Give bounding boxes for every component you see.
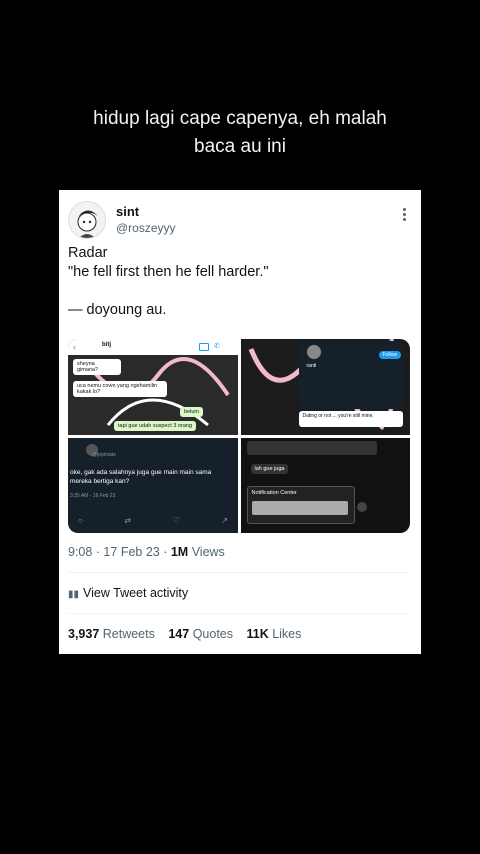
notification-title: Notification Center bbox=[251, 489, 297, 496]
retweets-label: Retweets bbox=[99, 627, 155, 641]
notification-center: Notification Center bbox=[246, 485, 355, 524]
likes-count: 11K bbox=[246, 627, 269, 641]
retweet-icon: ⇄ bbox=[124, 516, 132, 525]
tweet-handle: @jeprivate bbox=[92, 451, 116, 458]
quotes-label: Quotes bbox=[189, 627, 233, 641]
notification-top bbox=[246, 440, 377, 455]
chat-bubble: lah gue juga bbox=[250, 463, 289, 474]
phone-icon: ✆ bbox=[214, 343, 220, 350]
share-icon: ↗ bbox=[221, 516, 228, 525]
notification-item bbox=[251, 500, 348, 515]
tweet-text: Radar "he fell first then he fell harder… bbox=[68, 244, 408, 320]
media-image-2[interactable]: Follow ranti Dating or not ... you're st… bbox=[240, 339, 410, 435]
chat-bubble-1: sheyna gimana? bbox=[73, 359, 121, 375]
caption-line-2: baca au ini bbox=[194, 136, 286, 157]
quotes-count: 147 bbox=[168, 627, 190, 641]
video-call-icon bbox=[199, 343, 209, 351]
media-image-4[interactable]: lah gue juga Notification Center bbox=[240, 437, 410, 533]
media-grid[interactable]: ‹ bitj ✆ sheyna gimana? uca nemu cowo ya… bbox=[68, 339, 410, 533]
retweets-stat[interactable]: 3,937 Retweets bbox=[68, 627, 155, 641]
caption-line-1: hidup lagi cape capenya, eh malah bbox=[93, 108, 387, 129]
video-caption: hidup lagi cape capenya, eh malah baca a… bbox=[0, 105, 480, 161]
reply-icon: ○ bbox=[78, 516, 83, 525]
chat-bubble-4: tapi gue udah suspect 3 orang bbox=[114, 421, 197, 431]
back-arrow-icon: ‹ bbox=[73, 342, 76, 352]
media-image-3[interactable]: @jeprivate oke, gak ada salahnya juga gu… bbox=[68, 437, 238, 533]
profile-name: ranti bbox=[306, 363, 317, 369]
likes-label: Likes bbox=[268, 627, 302, 641]
view-activity-link[interactable]: ▮▮ View Tweet activity bbox=[68, 586, 188, 600]
forward-icon bbox=[356, 501, 367, 512]
chat-contact: bitj bbox=[102, 342, 111, 348]
divider bbox=[68, 613, 408, 614]
more-options-icon[interactable] bbox=[403, 208, 407, 223]
retweets-count: 3,937 bbox=[68, 627, 100, 641]
quotes-stat[interactable]: 147 Quotes bbox=[168, 627, 233, 641]
bar-chart-icon: ▮▮ bbox=[68, 589, 80, 600]
views-count: 1M bbox=[170, 545, 189, 559]
avatar-drawing-icon bbox=[77, 210, 98, 238]
bio-card: Dating or not ... you're still mine. bbox=[298, 411, 403, 427]
follow-button: Follow bbox=[378, 351, 401, 359]
chat-bubble-3: belum bbox=[180, 407, 203, 417]
user-handle[interactable]: @roszeyyy bbox=[116, 221, 176, 235]
display-name[interactable]: sint bbox=[116, 204, 139, 219]
profile-avatar bbox=[306, 345, 321, 359]
activity-label: View Tweet activity bbox=[83, 586, 189, 600]
like-icon: ♡ bbox=[172, 516, 180, 525]
screenshot-tweet: oke, gak ada salahnya juga gue main main… bbox=[70, 468, 212, 485]
tweet-meta: 9:08 · 17 Feb 23 · 1M Views bbox=[68, 545, 225, 559]
tweet-text-line-1: Radar bbox=[68, 245, 108, 261]
views-label: Views bbox=[188, 545, 225, 559]
avatar[interactable] bbox=[68, 201, 106, 239]
screenshot-time: 3:35 AM · 16 Feb 23 bbox=[70, 492, 116, 499]
timestamp: 9:08 · 17 Feb 23 · bbox=[68, 545, 171, 559]
likes-stat[interactable]: 11K Likes bbox=[246, 627, 301, 641]
tweet-text-line-3: — doyoung au. bbox=[68, 302, 167, 318]
tweet-stats: 3,937 Retweets 147 Quotes 11K Likes bbox=[68, 627, 311, 641]
chat-bubble-2: uca nemu cowo yang ngehamilin kakak lo? bbox=[73, 381, 167, 397]
tweet-card[interactable]: sint @roszeyyy Radar "he fell first then… bbox=[59, 190, 421, 654]
divider bbox=[68, 572, 408, 573]
tweet-text-line-2: "he fell first then he fell harder." bbox=[68, 264, 269, 280]
media-image-1[interactable]: ‹ bitj ✆ sheyna gimana? uca nemu cowo ya… bbox=[68, 339, 238, 435]
